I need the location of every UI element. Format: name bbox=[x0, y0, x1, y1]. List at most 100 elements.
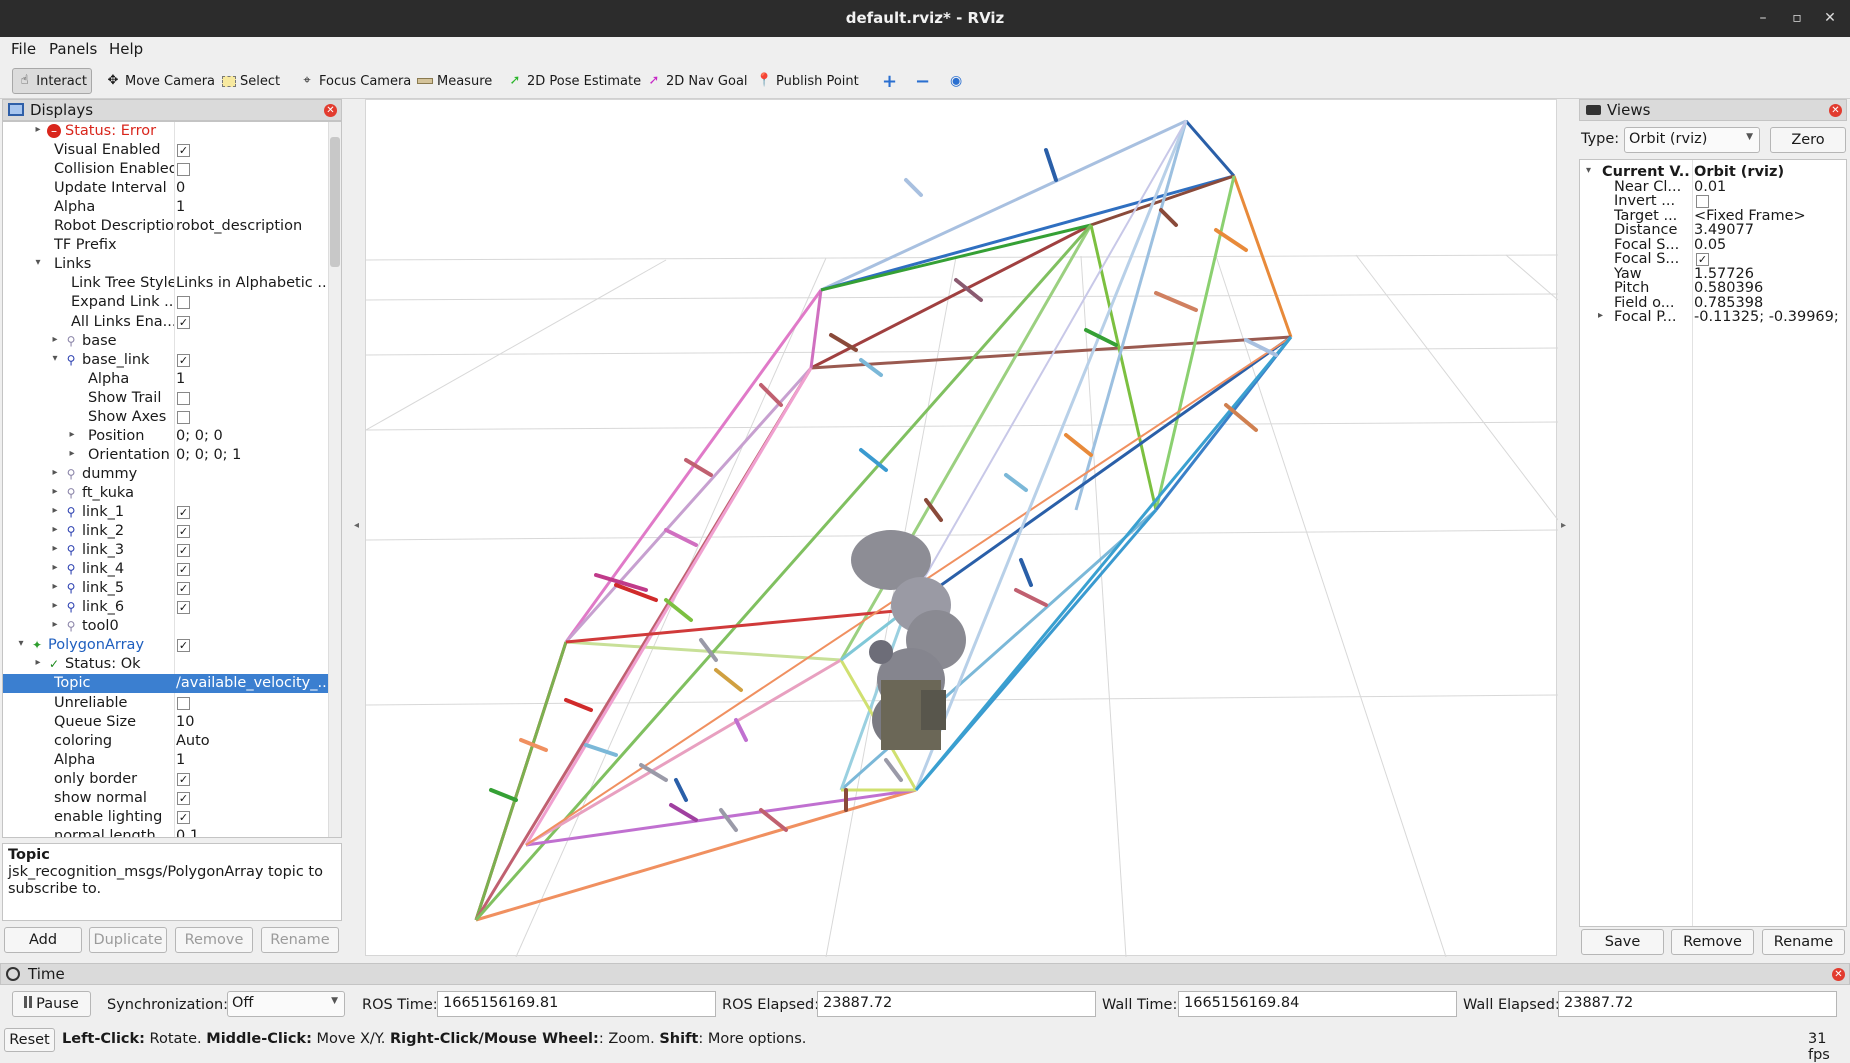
expand-right-icon[interactable]: ▸ bbox=[49, 334, 61, 345]
display-property-row[interactable]: Alpha 1 bbox=[3, 198, 329, 217]
close-panel-icon[interactable]: ✕ bbox=[324, 104, 337, 117]
display-property-row[interactable]: show normal ✓ bbox=[3, 789, 329, 808]
publish-point-tool-button[interactable]: 📍 Publish Point bbox=[751, 68, 864, 94]
displays-tree[interactable]: ▸ – Status: Error Visual Enabled ✓ Collision … bbox=[2, 121, 342, 838]
display-property-row[interactable]: ▸ ⚲ tool0 bbox=[3, 617, 329, 636]
wall-elapsed-field[interactable]: 23887.72 bbox=[1558, 991, 1837, 1017]
display-property-row[interactable]: ▸ Position 0; 0; 0 bbox=[3, 427, 329, 446]
display-property-row[interactable]: Show Trail bbox=[3, 389, 329, 408]
property-checkbox[interactable] bbox=[177, 696, 190, 710]
expand-down-icon[interactable]: ▾ bbox=[1586, 165, 1591, 176]
property-checkbox[interactable] bbox=[177, 391, 190, 405]
display-property-row[interactable]: TF Prefix bbox=[3, 236, 329, 255]
property-checkbox[interactable] bbox=[177, 410, 190, 424]
remove-display-button[interactable]: Remove bbox=[175, 927, 253, 953]
expand-right-icon[interactable]: ▸ bbox=[49, 581, 61, 592]
property-checkbox[interactable] bbox=[177, 296, 190, 310]
property-value[interactable]: 0; 0; 0 bbox=[176, 428, 328, 444]
move-camera-tool-button[interactable]: ✥ Move Camera bbox=[100, 68, 220, 94]
expand-right-icon[interactable]: ▸ bbox=[1598, 310, 1603, 321]
expand-right-icon[interactable]: ▸ bbox=[66, 429, 78, 440]
view-property-checkbox[interactable]: ✓ bbox=[1696, 253, 1709, 266]
display-property-row[interactable]: ▸ ⚲ link_2 ✓ bbox=[3, 522, 329, 541]
display-property-row[interactable]: normal length 0.1 bbox=[3, 827, 329, 837]
expand-right-icon[interactable]: ▸ bbox=[49, 467, 61, 478]
view-property-row[interactable]: ▸ Focal P... -0.11325; -0.39969; ... bbox=[1580, 309, 1846, 326]
property-checkbox[interactable]: ✓ bbox=[177, 563, 190, 577]
views-tree[interactable]: ▾ Current V... Orbit (rviz) Near Cl... 0.01 I… bbox=[1579, 159, 1847, 927]
property-checkbox[interactable] bbox=[177, 163, 190, 177]
expand-right-icon[interactable]: ▸ bbox=[49, 600, 61, 611]
rename-display-button[interactable]: Rename bbox=[261, 927, 339, 953]
view-property-value[interactable]: -0.11325; -0.39969; ... bbox=[1694, 309, 1844, 325]
display-property-row[interactable]: Show Axes bbox=[3, 408, 329, 427]
property-value[interactable]: 1 bbox=[176, 199, 328, 215]
property-checkbox[interactable]: ✓ bbox=[177, 525, 190, 539]
scroll-thumb[interactable] bbox=[330, 137, 340, 267]
display-property-row[interactable]: Collision Enabled bbox=[3, 160, 329, 179]
property-checkbox[interactable]: ✓ bbox=[177, 544, 190, 558]
display-property-row[interactable]: ▸ ⚲ dummy bbox=[3, 465, 329, 484]
expand-right-icon[interactable]: ▸ bbox=[49, 543, 61, 554]
display-property-row[interactable]: Unreliable bbox=[3, 694, 329, 713]
property-value[interactable]: Auto bbox=[176, 733, 328, 749]
property-checkbox[interactable]: ✓ bbox=[177, 315, 190, 329]
expand-right-icon[interactable]: ▸ bbox=[32, 657, 44, 668]
display-property-row[interactable]: Queue Size 10 bbox=[3, 713, 329, 732]
property-checkbox[interactable]: ✓ bbox=[177, 810, 190, 824]
property-value[interactable]: 1 bbox=[176, 371, 328, 387]
display-property-row[interactable]: ▸ ⚲ link_3 ✓ bbox=[3, 541, 329, 560]
zero-view-button[interactable]: Zero bbox=[1770, 127, 1846, 153]
display-property-row[interactable]: Alpha 1 bbox=[3, 751, 329, 770]
property-value[interactable]: 0 bbox=[176, 180, 328, 196]
reset-button[interactable]: Reset bbox=[4, 1028, 55, 1052]
property-checkbox[interactable]: ✓ bbox=[177, 791, 190, 805]
property-value[interactable]: robot_description bbox=[176, 218, 328, 234]
display-property-row[interactable]: ▸ – Status: Error bbox=[3, 122, 329, 141]
expand-right-icon[interactable]: ▸ bbox=[49, 505, 61, 516]
display-property-row[interactable]: Update Interval 0 bbox=[3, 179, 329, 198]
display-property-row[interactable]: ▾ ✦ PolygonArray ✓ bbox=[3, 636, 329, 655]
expand-right-icon[interactable]: ▸ bbox=[49, 486, 61, 497]
display-property-row[interactable]: ▸ ⚲ ft_kuka bbox=[3, 484, 329, 503]
display-property-row[interactable]: ▸ ⚲ base bbox=[3, 332, 329, 351]
display-property-row[interactable]: All Links Ena... ✓ bbox=[3, 313, 329, 332]
display-property-row[interactable]: only border ✓ bbox=[3, 770, 329, 789]
measure-tool-button[interactable]: Measure bbox=[412, 68, 497, 94]
display-property-row[interactable]: Link Tree Style Links in Alphabetic ... bbox=[3, 274, 329, 293]
ros-time-field[interactable]: 1665156169.81 bbox=[437, 991, 716, 1017]
display-property-row[interactable]: ▾ ⚲ base_link ✓ bbox=[3, 351, 329, 370]
render-viewport[interactable] bbox=[365, 99, 1558, 957]
property-value[interactable]: 0.1 bbox=[176, 828, 328, 837]
display-property-row[interactable]: Topic/available_velocity_... bbox=[3, 674, 329, 694]
focus-camera-tool-button[interactable]: ⌖ Focus Camera bbox=[294, 68, 416, 94]
property-value[interactable]: 1 bbox=[176, 752, 328, 768]
property-checkbox[interactable]: ✓ bbox=[177, 144, 190, 158]
restore-icon[interactable]: ▫ bbox=[1787, 8, 1807, 28]
display-property-row[interactable]: Robot Description robot_description bbox=[3, 217, 329, 236]
property-checkbox[interactable]: ✓ bbox=[177, 772, 190, 786]
displays-scrollbar[interactable] bbox=[328, 122, 341, 837]
view-type-select[interactable]: Orbit (rviz) ▼ bbox=[1624, 127, 1760, 153]
menu-panels[interactable]: Panels bbox=[49, 40, 97, 58]
property-checkbox[interactable]: ✓ bbox=[177, 582, 190, 596]
add-display-button[interactable]: Add bbox=[4, 927, 82, 953]
add-tool-icon[interactable]: + bbox=[877, 68, 902, 94]
display-property-row[interactable]: Visual Enabled ✓ bbox=[3, 141, 329, 160]
remove-view-button[interactable]: Remove bbox=[1671, 929, 1754, 955]
display-property-row[interactable]: ▸ ⚲ link_1 ✓ bbox=[3, 503, 329, 522]
property-checkbox[interactable]: ✓ bbox=[177, 353, 190, 367]
remove-tool-icon[interactable]: − bbox=[910, 68, 935, 94]
close-views-panel-icon[interactable]: ✕ bbox=[1829, 104, 1842, 117]
menu-help[interactable]: Help bbox=[109, 40, 143, 58]
display-property-row[interactable]: ▸ ⚲ link_4 ✓ bbox=[3, 560, 329, 579]
expand-right-icon[interactable]: ▸ bbox=[49, 562, 61, 573]
interact-tool-button[interactable]: ☝ Interact bbox=[12, 68, 92, 94]
display-property-row[interactable]: ▸ ✓ Status: Ok bbox=[3, 655, 329, 674]
expand-right-icon[interactable]: ▸ bbox=[66, 448, 78, 459]
expand-right-icon[interactable]: ▸ bbox=[49, 524, 61, 535]
pose-estimate-tool-button[interactable]: ➚ 2D Pose Estimate bbox=[502, 68, 646, 94]
sync-select[interactable]: Off ▼ bbox=[227, 991, 345, 1017]
expand-down-icon[interactable]: ▾ bbox=[15, 638, 27, 649]
close-time-panel-icon[interactable]: ✕ bbox=[1832, 968, 1845, 981]
